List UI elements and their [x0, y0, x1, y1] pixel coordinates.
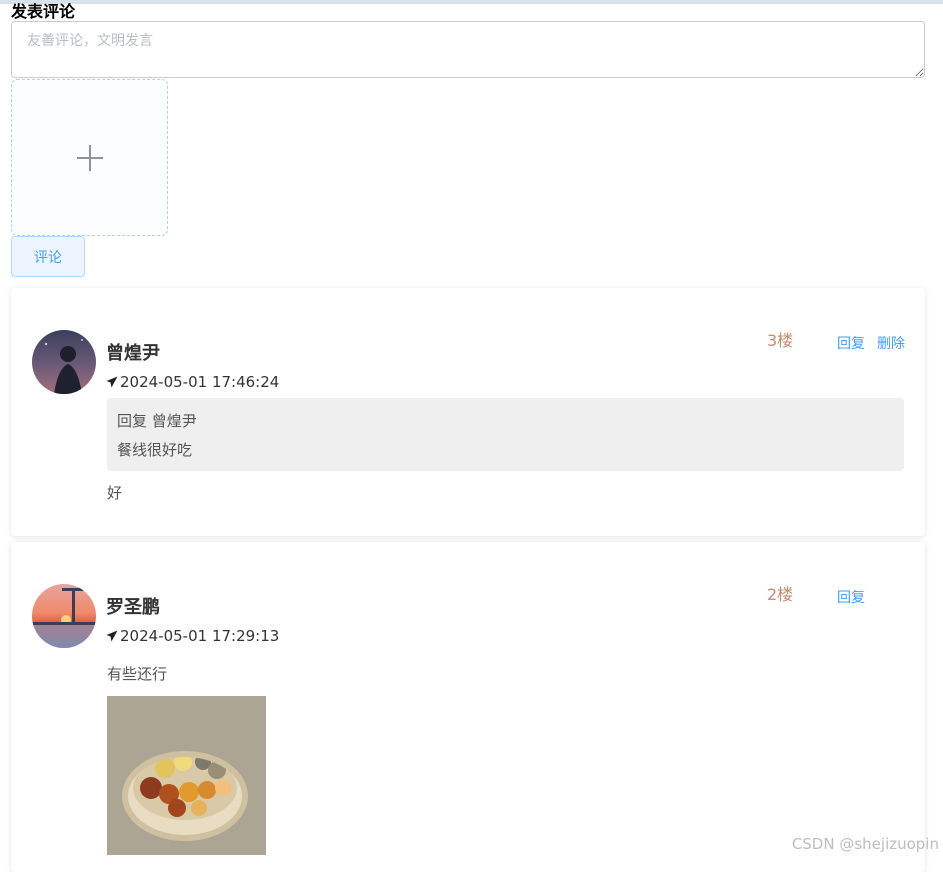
submit-comment-button[interactable]: 评论 [11, 236, 85, 277]
floor-number: 3楼 [767, 331, 794, 350]
comment-time: 2024-05-01 17:29:13 [106, 626, 279, 646]
comment-image[interactable] [107, 696, 266, 855]
quoted-reply: 回复 曾煌尹 餐线很好吃 [107, 398, 904, 471]
floor-number: 2楼 [767, 585, 794, 604]
user-name: 曾煌尹 [106, 343, 160, 364]
image-upload-button[interactable] [11, 79, 168, 236]
avatar[interactable] [32, 330, 96, 394]
reply-button[interactable]: 回复 [837, 334, 865, 354]
send-icon [106, 630, 118, 642]
time-text: 2024-05-01 17:29:13 [120, 627, 280, 645]
delete-button[interactable]: 删除 [877, 334, 905, 354]
comment-card: 罗圣鹏 2024-05-01 17:29:13 2楼 回复 有些还行 [11, 542, 925, 872]
compose-title: 发表评论 [11, 2, 76, 21]
avatar[interactable] [32, 584, 96, 648]
comment-card: 曾煌尹 2024-05-01 17:46:24 3楼 回复 删除 回复 曾煌尹 … [11, 288, 925, 536]
user-name: 罗圣鹏 [106, 597, 160, 618]
comment-input[interactable] [11, 21, 925, 78]
watermark: CSDN @shejizuopin [791, 835, 939, 853]
plus-icon [76, 144, 103, 171]
comment-text: 好 [107, 484, 123, 502]
reply-button[interactable]: 回复 [837, 588, 865, 608]
time-text: 2024-05-01 17:46:24 [120, 373, 280, 391]
comment-text: 有些还行 [107, 665, 168, 683]
top-divider [0, 0, 943, 4]
comment-time: 2024-05-01 17:46:24 [106, 372, 279, 392]
quote-header: 回复 曾煌尹 [117, 412, 197, 430]
send-icon [106, 376, 118, 388]
quote-text: 餐线很好吃 [117, 441, 193, 459]
